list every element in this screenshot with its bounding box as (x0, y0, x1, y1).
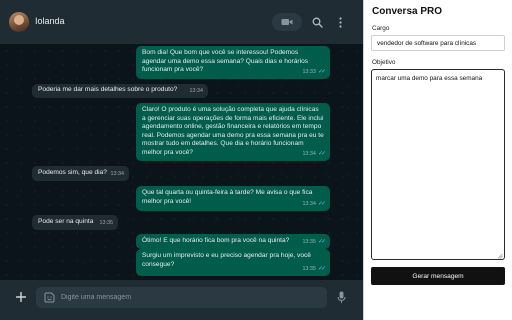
message-time: 13:35 (302, 239, 316, 246)
message-text: Que tal quarta ou quinta-feira à tarde? … (142, 189, 313, 205)
message-text: Surgiu um imprevisto e eu preciso agenda… (142, 252, 311, 268)
message-text: Podemos sim, que dia? (38, 169, 107, 176)
message-text: Poderia me dar mais detalhes sobre o pro… (38, 86, 178, 93)
message-text: Pode ser na quinta (38, 218, 94, 225)
app-window: Iolanda Bom dia! Que bom que você se int… (0, 0, 512, 320)
message-bubble-outgoing[interactable]: Surgiu um imprevisto e eu preciso agenda… (136, 249, 330, 276)
message-meta: 13:34 (111, 170, 125, 179)
cargo-field[interactable] (371, 35, 505, 51)
message-meta: 13:34 ✓✓ (302, 150, 326, 159)
message-bubble-incoming[interactable]: Podemos sim, que dia? 13:34 (32, 166, 129, 181)
menu-button[interactable] (332, 13, 348, 31)
message-meta: 13:35 (100, 219, 114, 228)
attach-button[interactable] (14, 290, 28, 304)
chat-header: Iolanda (0, 0, 363, 44)
message-meta: 13:33 ✓✓ (302, 68, 326, 77)
double-check-icon: ✓✓ (317, 239, 326, 246)
message-time: 13:34 (302, 151, 316, 158)
kebab-menu-icon (338, 16, 342, 28)
contact-name[interactable]: Iolanda (35, 16, 65, 26)
message-bubble-incoming[interactable]: Pode ser na quinta 13:35 (32, 215, 118, 230)
message-bubble-outgoing[interactable]: Bom dia! Que bom que você se interessou!… (136, 46, 330, 79)
message-meta: 13:34 ✓✓ (302, 200, 326, 209)
sticker-button[interactable] (42, 290, 56, 304)
avatar[interactable] (9, 12, 29, 32)
chat-pane: Iolanda Bom dia! Que bom que você se int… (0, 0, 363, 320)
message-time: 13:33 (302, 69, 316, 76)
message-meta: 13:34 (190, 87, 204, 96)
message-meta: 13:35 ✓✓ (302, 238, 326, 247)
message-time: 13:34 (110, 171, 125, 178)
message-list[interactable]: Bom dia! Que bom que você se interessou!… (0, 44, 363, 280)
double-check-icon: ✓✓ (317, 151, 326, 158)
message-bubble-outgoing[interactable]: Ótimo! E que horário fica bom pra você n… (136, 234, 330, 249)
video-call-button[interactable] (272, 13, 302, 31)
message-time: 13:34 (189, 88, 204, 95)
message-meta: 13:35 ✓✓ (302, 265, 326, 274)
generate-message-button[interactable]: Gerar mensagem (371, 267, 505, 285)
microphone-icon (337, 291, 345, 303)
double-check-icon: ✓✓ (317, 201, 326, 208)
message-time: 13:35 (99, 220, 114, 227)
message-text: Bom dia! Que bom que você se interessou!… (142, 49, 309, 74)
message-time: 13:35 (302, 266, 316, 273)
message-time: 13:34 (302, 201, 316, 208)
message-text: Ótimo! E que horário fica bom pra você n… (142, 237, 290, 244)
resize-handle-icon[interactable] (497, 253, 503, 259)
search-button[interactable] (308, 13, 326, 31)
microphone-button[interactable] (335, 289, 347, 305)
message-text: Claro! O produto é uma solução completa … (142, 106, 324, 156)
cargo-label: Cargo (372, 25, 390, 32)
objetivo-label: Objetivo (372, 59, 396, 66)
message-bubble-incoming[interactable]: Poderia me dar mais detalhes sobre o pro… (32, 84, 208, 98)
conversa-pro-panel: Conversa PRO Cargo Objetivo marcar uma d… (363, 0, 512, 320)
message-bubble-outgoing[interactable]: Que tal quarta ou quinta-feira à tarde? … (136, 186, 330, 211)
double-check-icon: ✓✓ (317, 266, 326, 273)
message-input[interactable] (61, 287, 321, 308)
plus-icon (16, 292, 26, 302)
search-icon (312, 17, 323, 28)
double-check-icon: ✓✓ (317, 69, 326, 76)
video-camera-icon (281, 19, 293, 25)
message-bubble-outgoing[interactable]: Claro! O produto é uma solução completa … (136, 103, 330, 161)
objetivo-field[interactable]: marcar uma demo para essa semana (371, 69, 505, 260)
panel-title: Conversa PRO (372, 6, 443, 17)
sticker-icon (44, 292, 54, 302)
